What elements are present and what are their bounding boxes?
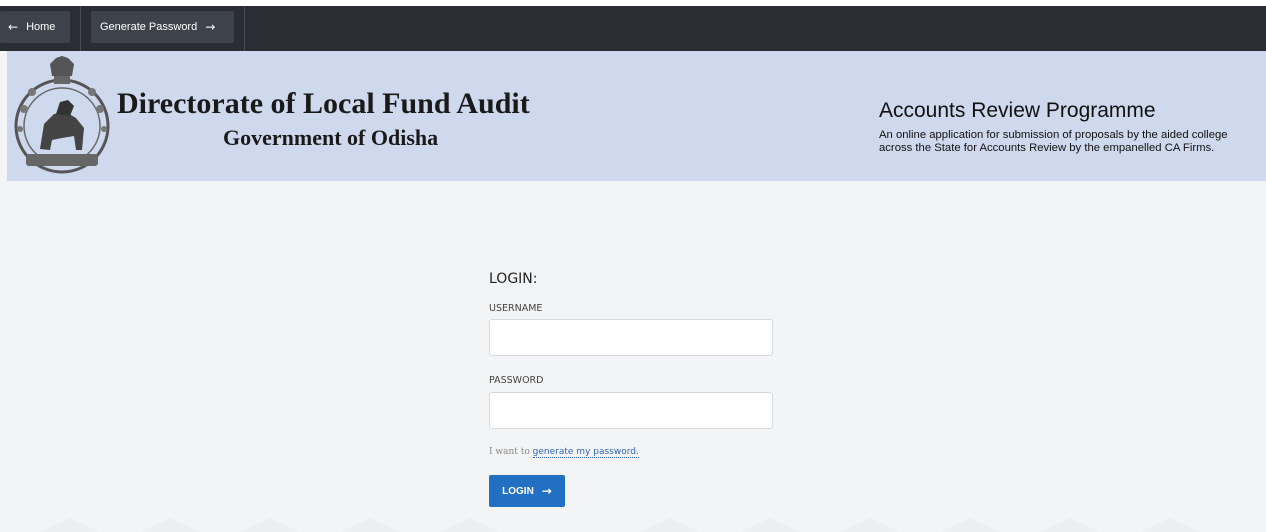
decorative-pattern xyxy=(40,518,1200,532)
navbar-bar: ← Home Generate Password → xyxy=(0,6,1266,51)
nav-divider xyxy=(244,6,245,51)
program-title: Accounts Review Programme xyxy=(879,99,1156,122)
arrow-right-icon: → xyxy=(205,20,216,34)
login-button-label: LOGIN xyxy=(502,485,534,497)
odisha-emblem-icon xyxy=(14,56,110,174)
generate-password-link[interactable]: generate my password. xyxy=(532,447,639,458)
program-description: An online application for submission of … xyxy=(879,129,1264,155)
nav-divider xyxy=(80,6,81,51)
hint-prefix: I want to xyxy=(489,447,530,457)
home-label: Home xyxy=(26,21,56,33)
program-description-line: across the State for Accounts Review by … xyxy=(879,142,1215,154)
generate-password-label: Generate Password xyxy=(100,21,198,33)
generate-password-button[interactable]: Generate Password → xyxy=(91,11,234,43)
login-button[interactable]: LOGIN → xyxy=(489,475,565,507)
government-subtitle: Government of Odisha xyxy=(223,125,439,150)
username-input[interactable] xyxy=(489,319,773,356)
arrow-left-icon: ← xyxy=(8,20,19,34)
generate-password-hint: I want to generate my password. xyxy=(489,447,639,458)
program-description-line: An online application for submission of … xyxy=(879,129,1228,141)
home-button[interactable]: ← Home xyxy=(0,11,70,43)
login-heading: LOGIN: xyxy=(489,271,538,287)
top-navbar: ← Home Generate Password → xyxy=(0,0,1266,51)
site-header: Directorate of Local Fund Audit Governme… xyxy=(7,51,1266,181)
password-label: PASSWORD xyxy=(489,375,544,386)
username-label: USERNAME xyxy=(489,303,543,314)
password-input[interactable] xyxy=(489,392,773,429)
department-title: Directorate of Local Fund Audit xyxy=(117,87,530,120)
arrow-right-icon: → xyxy=(541,484,552,498)
